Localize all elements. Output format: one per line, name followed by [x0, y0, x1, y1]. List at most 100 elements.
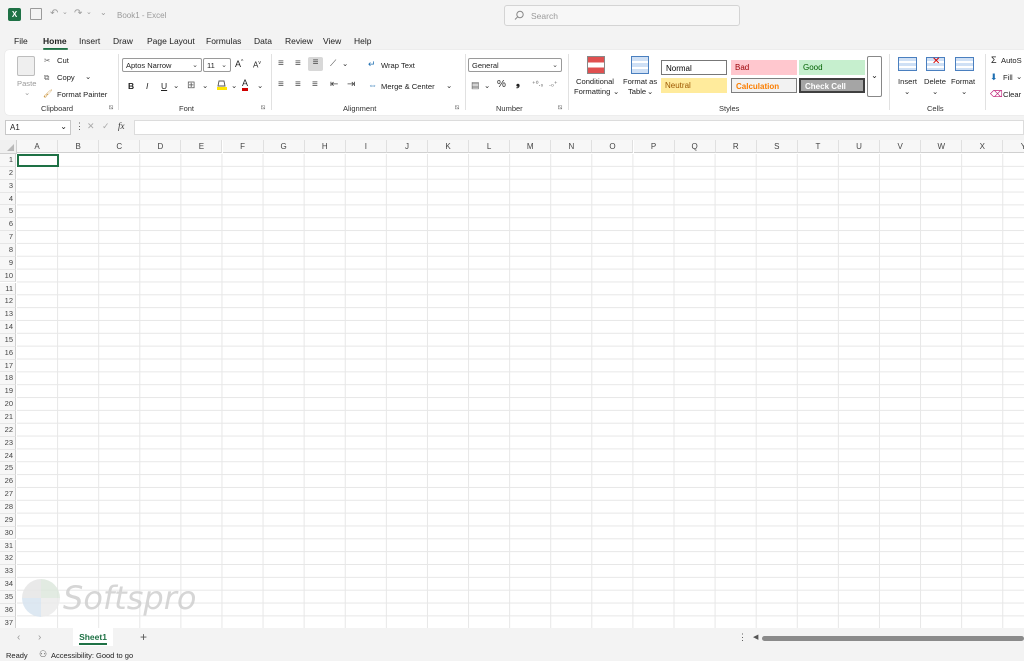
tab-insert[interactable]: Insert: [79, 36, 100, 46]
delete-cells-button[interactable]: Delete: [924, 77, 946, 86]
fill-dropdown-icon[interactable]: ⌄: [1016, 72, 1022, 81]
format-painter-button[interactable]: Format Painter: [57, 90, 107, 99]
clipboard-launcher-icon[interactable]: ⧅: [109, 104, 113, 112]
row-header[interactable]: 3: [0, 179, 16, 193]
row-header[interactable]: 14: [0, 321, 16, 334]
row-header[interactable]: 13: [0, 308, 16, 322]
insert-cells-button[interactable]: Insert: [898, 77, 917, 86]
confirm-entry-icon[interactable]: ✓: [102, 121, 110, 132]
column-header[interactable]: W: [921, 140, 963, 153]
column-header[interactable]: M: [510, 140, 552, 153]
row-header[interactable]: 36: [0, 603, 16, 617]
tab-data[interactable]: Data: [254, 36, 272, 46]
tab-file[interactable]: File: [14, 36, 28, 46]
decrease-decimal-icon[interactable]: .₀⁺: [549, 80, 558, 88]
copy-button[interactable]: Copy: [57, 73, 75, 82]
paste-icon[interactable]: [17, 56, 35, 76]
search-input[interactable]: Search: [504, 5, 740, 26]
formula-input[interactable]: [134, 120, 1024, 135]
row-header[interactable]: 26: [0, 475, 16, 489]
conditional-formatting-button[interactable]: Conditional: [576, 77, 614, 86]
copy-dropdown-icon[interactable]: ⌄: [85, 72, 91, 81]
autosum-button[interactable]: AutoS: [1001, 56, 1022, 65]
font-size-select[interactable]: 11 ⌄: [203, 58, 231, 72]
scroll-left-icon[interactable]: ◀: [753, 633, 758, 641]
increase-font-size-icon[interactable]: A^: [235, 59, 243, 69]
sheet-tab-sheet1[interactable]: Sheet1: [73, 628, 113, 646]
paste-button[interactable]: Paste: [17, 79, 36, 88]
row-header[interactable]: 29: [0, 513, 16, 527]
row-header[interactable]: 18: [0, 372, 16, 386]
row-header[interactable]: 22: [0, 423, 16, 437]
row-header[interactable]: 10: [0, 269, 16, 283]
borders-icon[interactable]: ⊞: [187, 80, 195, 91]
align-left-icon[interactable]: ≡: [278, 79, 284, 90]
font-color-icon[interactable]: A: [242, 78, 249, 91]
undo-dropdown-icon[interactable]: ⌄: [62, 8, 68, 16]
number-launcher-icon[interactable]: ⧅: [558, 104, 562, 112]
tab-home[interactable]: Home: [43, 36, 67, 46]
row-header[interactable]: 28: [0, 500, 16, 514]
add-sheet-icon[interactable]: +: [140, 630, 147, 644]
merge-dropdown-icon[interactable]: ⌄: [446, 81, 452, 90]
format-as-table-dropdown-icon[interactable]: ⌄: [647, 87, 653, 96]
italic-button[interactable]: I: [146, 81, 148, 91]
borders-dropdown-icon[interactable]: ⌄: [202, 81, 208, 90]
row-header[interactable]: 8: [0, 243, 16, 257]
row-header[interactable]: 16: [0, 346, 16, 360]
column-header[interactable]: R: [715, 140, 757, 153]
cell-area[interactable]: [17, 154, 1024, 628]
font-name-select[interactable]: Aptos Narrow ⌄: [122, 58, 202, 72]
row-header[interactable]: 31: [0, 539, 16, 553]
column-header[interactable]: L: [469, 140, 511, 153]
styles-gallery-expand-icon[interactable]: ⌄: [867, 56, 882, 97]
column-header[interactable]: F: [222, 140, 264, 153]
tab-page-layout[interactable]: Page Layout: [147, 36, 195, 46]
column-header[interactable]: D: [140, 140, 182, 153]
column-header[interactable]: G: [263, 140, 305, 153]
redo-icon[interactable]: ↷: [74, 8, 82, 19]
tab-view[interactable]: View: [323, 36, 341, 46]
underline-dropdown-icon[interactable]: ⌄: [173, 81, 179, 90]
column-header[interactable]: Q: [674, 140, 716, 153]
row-header[interactable]: 5: [0, 205, 16, 219]
column-header[interactable]: X: [962, 140, 1004, 153]
row-header[interactable]: 34: [0, 578, 16, 591]
accounting-format-icon[interactable]: ▤: [471, 80, 480, 91]
row-header[interactable]: 11: [0, 282, 16, 296]
row-header[interactable]: 1: [0, 154, 16, 167]
decrease-font-size-icon[interactable]: Av: [253, 60, 261, 70]
row-header[interactable]: 37: [0, 616, 16, 628]
column-header[interactable]: C: [99, 140, 141, 153]
align-center-icon[interactable]: ≡: [295, 79, 301, 90]
bottom-align-icon[interactable]: ≡: [308, 57, 323, 71]
customize-toolbar-icon[interactable]: ⌄: [100, 8, 107, 17]
orientation-dropdown-icon[interactable]: ⌄: [342, 59, 348, 68]
increase-decimal-icon[interactable]: ⁺⁰.₀: [532, 80, 543, 88]
row-header[interactable]: 9: [0, 256, 16, 270]
cell-style-check-cell[interactable]: Check Cell: [799, 78, 865, 93]
format-cells-button[interactable]: Format: [951, 77, 975, 86]
font-color-dropdown-icon[interactable]: ⌄: [257, 81, 263, 90]
row-header[interactable]: 33: [0, 565, 16, 579]
accounting-dropdown-icon[interactable]: ⌄: [484, 81, 490, 90]
comma-style-icon[interactable]: ❟: [516, 78, 520, 89]
row-header[interactable]: 12: [0, 295, 16, 309]
column-header[interactable]: U: [839, 140, 881, 153]
cell-style-normal[interactable]: Normal: [661, 60, 727, 75]
column-header[interactable]: J: [386, 140, 428, 153]
row-header[interactable]: 35: [0, 590, 16, 604]
insert-dropdown-icon[interactable]: ⌄: [904, 87, 910, 96]
column-header[interactable]: S: [756, 140, 798, 153]
font-launcher-icon[interactable]: ⧅: [261, 104, 265, 112]
column-header[interactable]: T: [797, 140, 839, 153]
top-align-icon[interactable]: ≡: [278, 58, 284, 69]
redo-dropdown-icon[interactable]: ⌄: [86, 8, 92, 16]
tab-draw[interactable]: Draw: [113, 36, 133, 46]
underline-button[interactable]: U: [161, 81, 167, 91]
row-header[interactable]: 15: [0, 333, 16, 347]
column-header[interactable]: P: [633, 140, 675, 153]
horizontal-scrollbar[interactable]: [762, 636, 1024, 641]
fill-color-icon[interactable]: [217, 80, 227, 90]
row-header[interactable]: 20: [0, 398, 16, 411]
